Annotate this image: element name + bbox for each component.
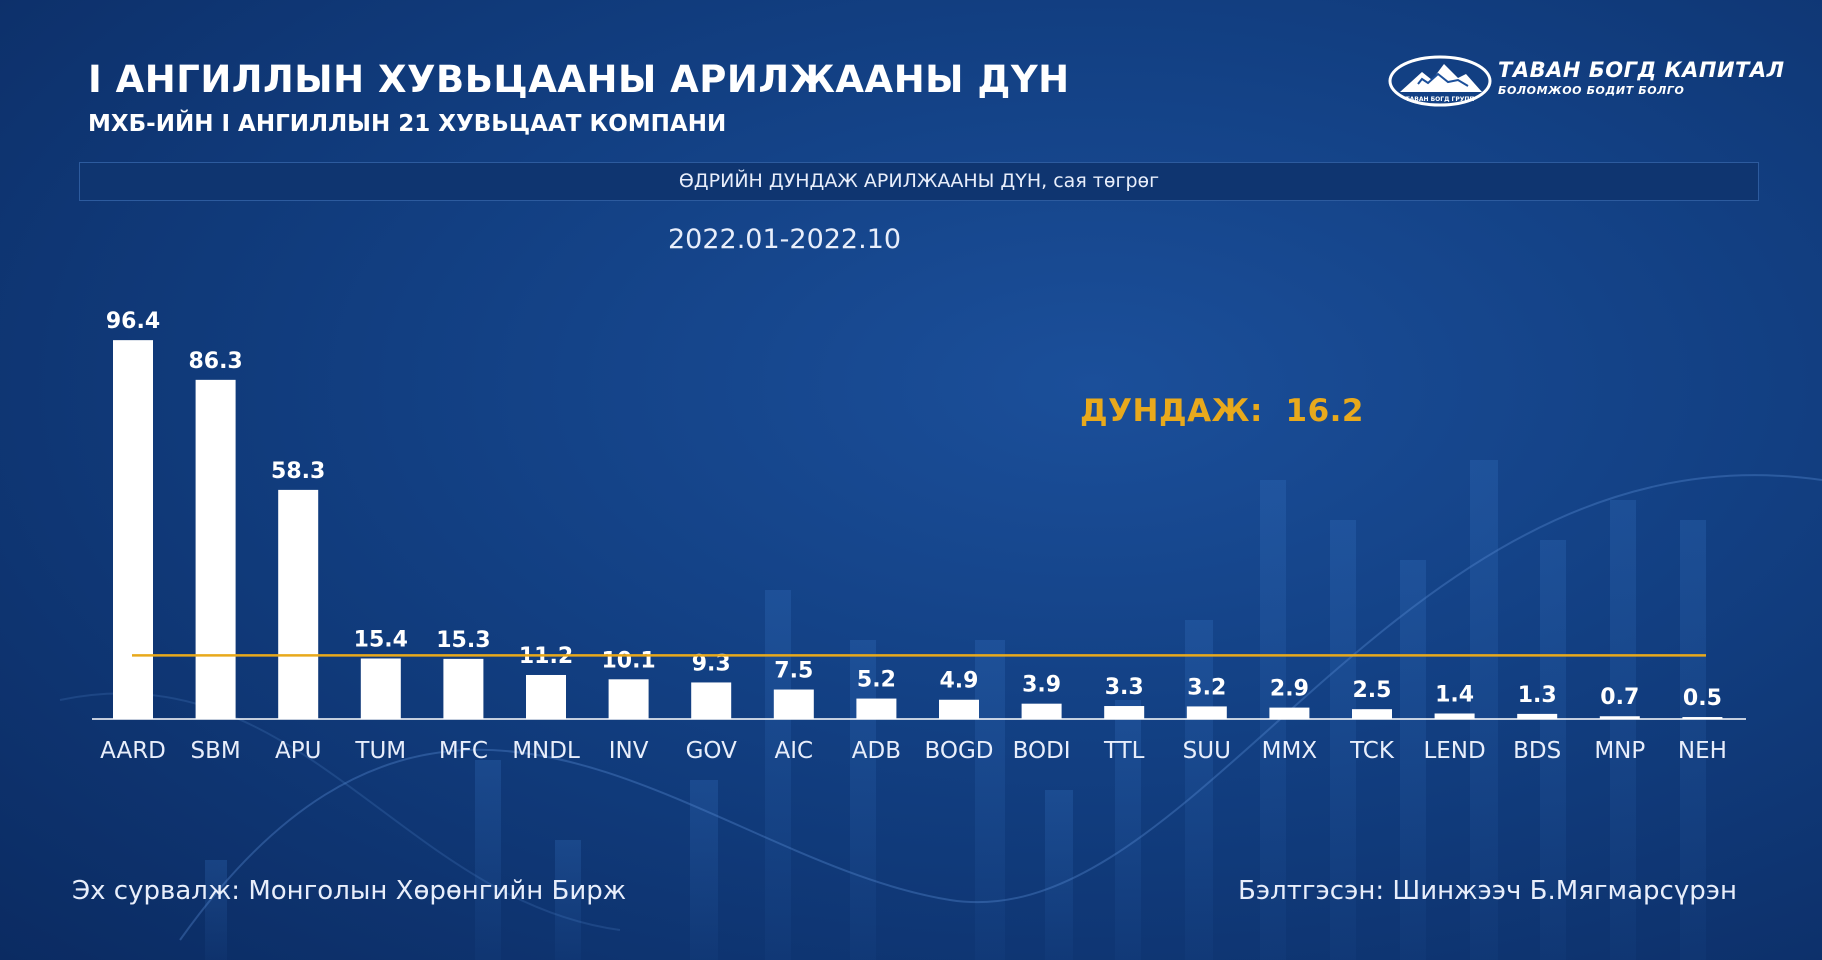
bar-bogd (939, 699, 979, 719)
bar-ttl (1104, 706, 1145, 719)
data-label-bds: 1.3 (1518, 683, 1557, 708)
tick-label-ttl: TTL (1103, 738, 1145, 764)
tick-label-suu: SUU (1183, 738, 1231, 764)
bar-mfc (443, 658, 484, 719)
tick-label-gov: GOV (686, 738, 738, 764)
bar-mmx (1269, 707, 1310, 719)
tick-label-neh: NEH (1678, 738, 1727, 764)
tick-label-inv: INV (609, 738, 649, 764)
tick-label-mndl: MNDL (512, 738, 580, 764)
data-label-tum: 15.4 (354, 627, 408, 652)
tick-label-bodi: BODI (1013, 738, 1071, 764)
tick-label-mfc: MFC (439, 738, 488, 764)
bar-neh (1682, 717, 1723, 719)
bar-gov (691, 682, 732, 719)
bar-inv (608, 679, 649, 719)
data-label-sbm: 86.3 (188, 349, 242, 374)
data-label-aic: 7.5 (774, 659, 813, 684)
data-label-mfc: 15.3 (436, 628, 490, 653)
data-label-suu: 3.2 (1187, 675, 1226, 700)
tick-label-mnp: MNP (1594, 738, 1645, 764)
bar-mnp (1599, 716, 1640, 719)
bar-suu (1186, 706, 1227, 719)
data-label-mmx: 2.9 (1270, 677, 1309, 702)
bar-apu (278, 489, 319, 719)
data-label-apu: 58.3 (271, 459, 325, 484)
tick-label-tum: TUM (354, 738, 406, 764)
data-label-tck: 2.5 (1353, 678, 1392, 703)
tick-label-tck: TCK (1349, 738, 1395, 764)
tick-label-adb: ADB (852, 738, 901, 764)
data-label-ttl: 3.3 (1105, 675, 1144, 700)
bar-aic (773, 689, 814, 719)
author-note: Бэлтгэсэн: Шинжээч Б.Мягмарсүрэн (1238, 876, 1738, 906)
bar-sbm (195, 379, 236, 719)
tick-label-bogd: BOGD (924, 738, 993, 764)
tick-label-lend: LEND (1423, 738, 1485, 764)
bar-aard (113, 340, 153, 719)
bar-mndl (526, 674, 566, 719)
tick-label-mmx: MMX (1262, 738, 1318, 764)
source-note: Эх сурвалж: Монголын Хөрөнгийн Бирж (72, 876, 627, 906)
data-label-aard: 96.4 (106, 309, 160, 334)
data-label-neh: 0.5 (1683, 686, 1722, 711)
data-label-adb: 5.2 (857, 668, 896, 693)
bar-bodi (1021, 703, 1062, 719)
data-label-inv: 10.1 (601, 648, 655, 673)
data-label-bogd: 4.9 (940, 669, 979, 694)
tick-label-sbm: SBM (190, 738, 240, 764)
bar-lend (1434, 713, 1475, 719)
data-label-bodi: 3.9 (1022, 673, 1061, 698)
bar-tck (1352, 709, 1392, 719)
bar-chart: 96.4AARD86.3SBM58.3APU15.4TUM15.3MFC11.2… (92, 309, 1746, 764)
data-label-mnp: 0.7 (1600, 685, 1639, 710)
data-label-lend: 1.4 (1435, 682, 1474, 707)
tick-label-aard: AARD (100, 738, 166, 764)
bar-adb (856, 698, 897, 719)
tick-label-bds: BDS (1513, 738, 1561, 764)
bar-bds (1517, 713, 1558, 719)
bar-tum (360, 658, 401, 719)
tick-label-apu: APU (275, 738, 321, 764)
tick-label-aic: AIC (775, 738, 814, 764)
